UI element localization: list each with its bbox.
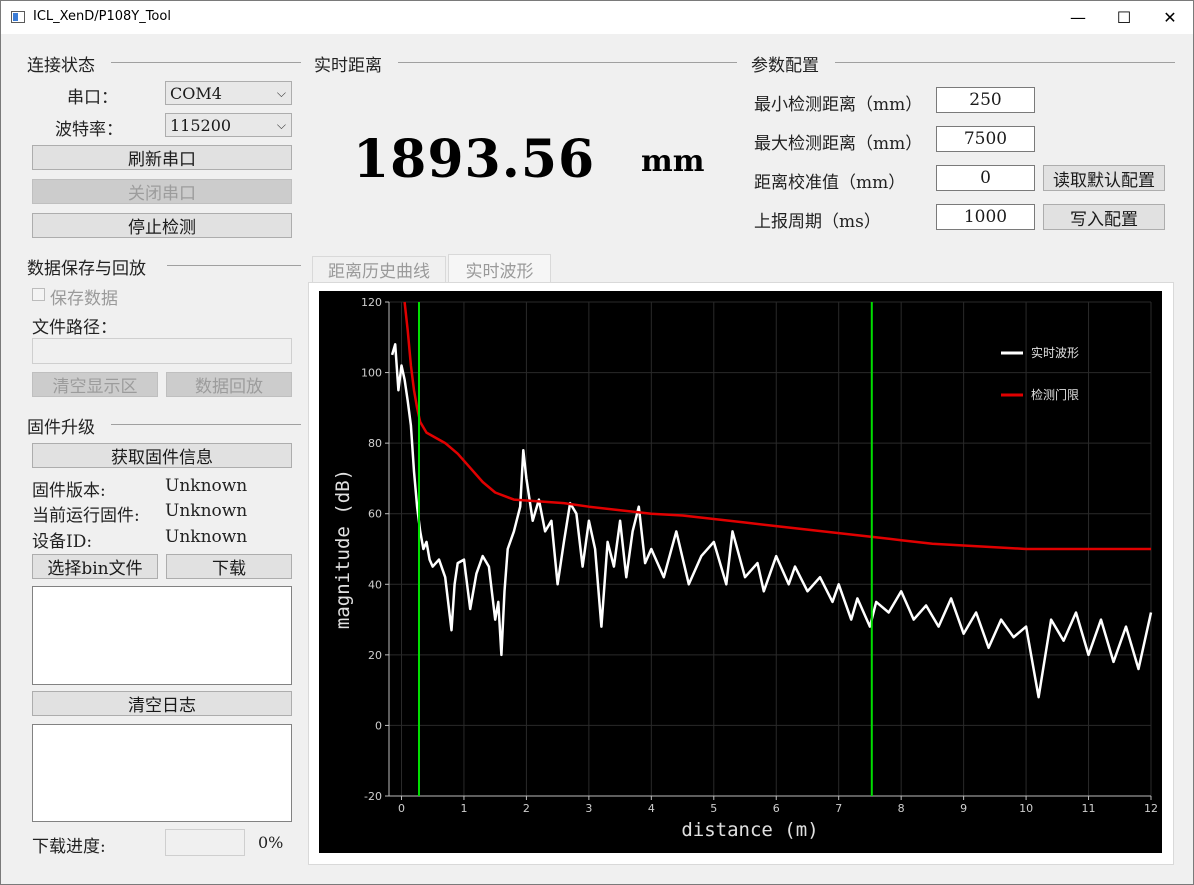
x-tick-label: 1 (460, 802, 467, 815)
select-bin-button[interactable]: 选择bin文件 (32, 554, 158, 579)
tab-realtime-waveform[interactable]: 实时波形 (448, 254, 551, 283)
firmware-version-value: Unknown (165, 476, 248, 496)
legend-label: 实时波形 (1031, 345, 1079, 360)
x-tick-label: 10 (1019, 802, 1033, 815)
waveform-chart-svg: 0 1 2 3 4 5 6 7 8 9 10 11 12-20020406080100120distan… (332, 296, 1158, 841)
realtime-divider (398, 62, 737, 63)
y-axis-label: magnitude (dB) (332, 469, 354, 629)
file-path-label: 文件路径： (32, 318, 117, 338)
tab-distance-history[interactable]: 距离历史曲线 (312, 256, 446, 282)
y-tick-label: 20 (368, 649, 382, 662)
x-tick-label: 3 (585, 802, 592, 815)
refresh-port-button[interactable]: 刷新串口 (32, 145, 292, 170)
log-textarea[interactable] (32, 724, 292, 822)
port-select-value: COM4 (170, 83, 222, 103)
threshold-series-line (403, 301, 1151, 551)
params-divider (835, 62, 1175, 63)
realtime-section-title: 实时距离 (314, 56, 382, 76)
max-distance-input[interactable]: 7500 (936, 126, 1035, 152)
chevron-down-icon: ⌵ (276, 86, 286, 100)
main-window: ICL_XenD/P108Y_Tool — ☐ ✕ 连接状态 串口： COM4 … (0, 0, 1194, 885)
file-path-input[interactable] (32, 338, 292, 364)
baud-label: 波特率： (55, 120, 123, 140)
clear-display-button[interactable]: 清空显示区 (32, 372, 158, 397)
x-tick-label: 12 (1144, 802, 1158, 815)
x-tick-label: 0 (398, 802, 405, 815)
y-tick-label: 100 (361, 367, 382, 380)
y-tick-label: 120 (361, 296, 382, 309)
firmware-section-title: 固件升级 (27, 418, 95, 438)
min-distance-label: 最小检测距离（mm） (754, 95, 923, 115)
stop-detect-button[interactable]: 停止检测 (32, 213, 292, 238)
running-firmware-label: 当前运行固件: (32, 506, 140, 526)
chevron-down-icon: ⌵ (276, 118, 286, 132)
data-replay-button[interactable]: 数据回放 (166, 372, 292, 397)
firmware-version-label: 固件版本: (32, 481, 106, 501)
connection-section-title: 连接状态 (27, 56, 95, 76)
port-label: 串口： (67, 88, 118, 108)
firmware-info-textarea[interactable] (32, 586, 292, 685)
report-period-label: 上报周期（ms） (754, 212, 881, 232)
download-button[interactable]: 下载 (166, 554, 292, 579)
legend-label: 检测门限 (1031, 387, 1079, 402)
x-tick-label: 6 (773, 802, 780, 815)
max-distance-label: 最大检测距离（mm） (754, 134, 923, 154)
device-id-label: 设备ID: (32, 532, 93, 552)
window-title: ICL_XenD/P108Y_Tool (33, 9, 171, 24)
close-port-button[interactable]: 关闭串口 (32, 179, 292, 204)
download-progress-percent: 0% (258, 833, 284, 852)
save-data-checkbox[interactable] (32, 288, 45, 301)
y-tick-label: -20 (364, 790, 382, 803)
baud-select[interactable]: 115200 ⌵ (165, 113, 292, 137)
running-firmware-value: Unknown (165, 501, 248, 521)
clear-log-button[interactable]: 清空日志 (32, 691, 292, 716)
minimize-button[interactable]: — (1055, 1, 1101, 33)
y-tick-label: 40 (368, 578, 382, 591)
params-section-title: 参数配置 (751, 56, 819, 76)
x-axis-label: distance (m) (681, 819, 818, 841)
baud-select-value: 115200 (170, 115, 232, 135)
x-tick-label: 5 (710, 802, 717, 815)
x-tick-label: 7 (835, 802, 842, 815)
calibration-input[interactable]: 0 (936, 165, 1035, 191)
data-save-section-title: 数据保存与回放 (27, 259, 146, 279)
distance-value: 1893.56 (353, 129, 596, 190)
save-data-label: 保存数据 (50, 289, 118, 309)
title-bar: ICL_XenD/P108Y_Tool — ☐ ✕ (1, 1, 1193, 34)
x-tick-label: 4 (648, 802, 655, 815)
min-distance-input[interactable]: 250 (936, 87, 1035, 113)
report-period-input[interactable]: 1000 (936, 204, 1035, 230)
x-tick-label: 2 (523, 802, 530, 815)
download-progress-label: 下载进度: (32, 837, 106, 857)
get-firmware-info-button[interactable]: 获取固件信息 (32, 443, 292, 468)
x-tick-label: 8 (898, 802, 905, 815)
app-icon (11, 11, 25, 23)
y-tick-label: 60 (368, 508, 382, 521)
distance-unit: mm (641, 144, 705, 179)
device-id-value: Unknown (165, 527, 248, 547)
write-config-button[interactable]: 写入配置 (1043, 204, 1165, 230)
close-window-button[interactable]: ✕ (1147, 1, 1193, 33)
download-progress-bar (165, 829, 245, 856)
data-save-divider (167, 265, 301, 266)
firmware-divider (111, 424, 301, 425)
read-default-config-button[interactable]: 读取默认配置 (1043, 165, 1165, 191)
y-tick-label: 0 (375, 719, 382, 732)
y-tick-label: 80 (368, 437, 382, 450)
port-select[interactable]: COM4 ⌵ (165, 81, 292, 105)
connection-divider (111, 62, 301, 63)
waveform-chart[interactable]: 0 1 2 3 4 5 6 7 8 9 10 11 12 -20 0 20 40 60 80 100 120 distan… (319, 291, 1162, 853)
calibration-label: 距离校准值（mm） (754, 173, 906, 193)
x-tick-label: 9 (960, 802, 967, 815)
maximize-button[interactable]: ☐ (1101, 1, 1147, 33)
x-tick-label: 11 (1082, 802, 1096, 815)
